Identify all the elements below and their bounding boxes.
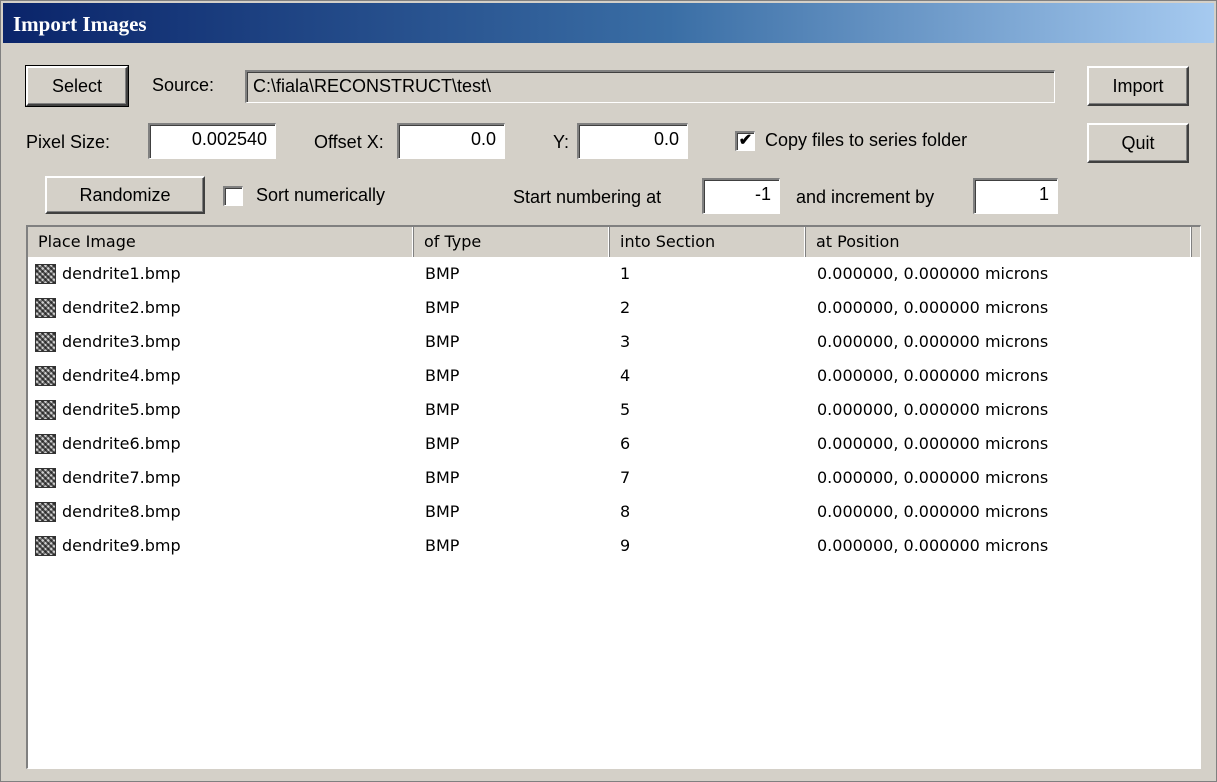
bitmap-file-icon	[35, 264, 56, 284]
cell-position: 0.000000, 0.000000 microns	[817, 332, 1049, 351]
select-button[interactable]: Select	[25, 65, 129, 107]
cell-name: dendrite1.bmp	[62, 264, 181, 283]
bitmap-file-icon	[35, 434, 56, 454]
cell-position: 0.000000, 0.000000 microns	[817, 298, 1049, 317]
window-title: Import Images	[13, 12, 147, 36]
increment-input[interactable]: 1	[973, 178, 1058, 214]
cell-section: 4	[620, 366, 631, 385]
table-row[interactable]: dendrite4.bmp BMP 4 0.000000, 0.000000 micr…	[28, 359, 1200, 393]
cell-name: dendrite5.bmp	[62, 400, 181, 419]
column-header-place-image[interactable]: Place Image	[28, 227, 414, 257]
cell-type: BMP	[425, 536, 460, 555]
cell-name: dendrite6.bmp	[62, 434, 181, 453]
copy-files-label[interactable]: Copy files to series folder	[765, 130, 967, 151]
start-numbering-input[interactable]: -1	[702, 178, 780, 214]
bitmap-file-icon	[35, 298, 56, 318]
cell-name: dendrite3.bmp	[62, 332, 181, 351]
table-row[interactable]: dendrite5.bmp BMP 5 0.000000, 0.000000 micr…	[28, 393, 1200, 427]
bitmap-file-icon	[35, 536, 56, 556]
table-row[interactable]: dendrite1.bmp BMP 1 0.000000, 0.000000 micr…	[28, 257, 1200, 291]
cell-position: 0.000000, 0.000000 microns	[817, 468, 1049, 487]
cell-type: BMP	[425, 366, 460, 385]
bitmap-file-icon	[35, 400, 56, 420]
cell-name: dendrite4.bmp	[62, 366, 181, 385]
bitmap-file-icon	[35, 366, 56, 386]
cell-type: BMP	[425, 434, 460, 453]
cell-type: BMP	[425, 264, 460, 283]
offset-x-label: Offset X:	[314, 132, 384, 152]
cell-section: 2	[620, 298, 631, 317]
pixel-size-label: Pixel Size:	[26, 132, 111, 152]
start-numbering-label: Start numbering at	[513, 187, 662, 207]
bitmap-file-icon	[35, 332, 56, 352]
table-row[interactable]: dendrite8.bmp BMP 8 0.000000, 0.000000 micr…	[28, 495, 1200, 529]
table-row[interactable]: dendrite2.bmp BMP 2 0.000000, 0.000000 micr…	[28, 291, 1200, 325]
offset-x-input[interactable]: 0.0	[397, 123, 505, 159]
bitmap-file-icon	[35, 468, 56, 488]
randomize-button[interactable]: Randomize	[45, 176, 205, 214]
source-label: Source:	[152, 75, 215, 95]
images-list[interactable]: Place Image of Type into Section at Posi…	[26, 225, 1201, 769]
table-row[interactable]: dendrite7.bmp BMP 7 0.000000, 0.000000 micr…	[28, 461, 1200, 495]
source-path-field: C:\fiala\RECONSTRUCT\test\	[245, 70, 1055, 103]
sort-numerically-label[interactable]: Sort numerically	[256, 185, 385, 206]
cell-position: 0.000000, 0.000000 microns	[817, 400, 1049, 419]
cell-name: dendrite9.bmp	[62, 536, 181, 555]
cell-name: dendrite2.bmp	[62, 298, 181, 317]
cell-position: 0.000000, 0.000000 microns	[817, 264, 1049, 283]
column-header-type[interactable]: of Type	[414, 227, 610, 257]
cell-position: 0.000000, 0.000000 microns	[817, 502, 1049, 521]
column-header-position[interactable]: at Position	[806, 227, 1192, 257]
cell-position: 0.000000, 0.000000 microns	[817, 536, 1049, 555]
pixel-size-input[interactable]: 0.002540	[148, 123, 276, 159]
sort-numerically-checkbox[interactable]	[223, 186, 243, 206]
cell-section: 5	[620, 400, 631, 419]
title-bar[interactable]: Import Images	[3, 3, 1214, 43]
copy-files-checkbox[interactable]: ✔	[735, 131, 755, 151]
cell-position: 0.000000, 0.000000 microns	[817, 434, 1049, 453]
list-header: Place Image of Type into Section at Posi…	[28, 227, 1200, 257]
table-row[interactable]: dendrite3.bmp BMP 3 0.000000, 0.000000 micr…	[28, 325, 1200, 359]
cell-type: BMP	[425, 502, 460, 521]
cell-section: 9	[620, 536, 631, 555]
table-row[interactable]: dendrite6.bmp BMP 6 0.000000, 0.000000 micr…	[28, 427, 1200, 461]
increment-label: and increment by	[796, 187, 935, 207]
cell-section: 8	[620, 502, 631, 521]
cell-type: BMP	[425, 468, 460, 487]
import-button[interactable]: Import	[1087, 66, 1189, 106]
cell-type: BMP	[425, 400, 460, 419]
cell-type: BMP	[425, 332, 460, 351]
cell-section: 6	[620, 434, 631, 453]
cell-type: BMP	[425, 298, 460, 317]
import-images-dialog: Import Images Select Source: C:\fiala\RE…	[0, 0, 1217, 782]
offset-y-input[interactable]: 0.0	[577, 123, 688, 159]
offset-y-label: Y:	[553, 132, 570, 152]
column-header-section[interactable]: into Section	[610, 227, 806, 257]
cell-name: dendrite8.bmp	[62, 502, 181, 521]
bitmap-file-icon	[35, 502, 56, 522]
cell-position: 0.000000, 0.000000 microns	[817, 366, 1049, 385]
cell-section: 1	[620, 264, 631, 283]
cell-name: dendrite7.bmp	[62, 468, 181, 487]
quit-button[interactable]: Quit	[1087, 123, 1189, 163]
cell-section: 3	[620, 332, 631, 351]
cell-section: 7	[620, 468, 631, 487]
table-row[interactable]: dendrite9.bmp BMP 9 0.000000, 0.000000 micr…	[28, 529, 1200, 563]
